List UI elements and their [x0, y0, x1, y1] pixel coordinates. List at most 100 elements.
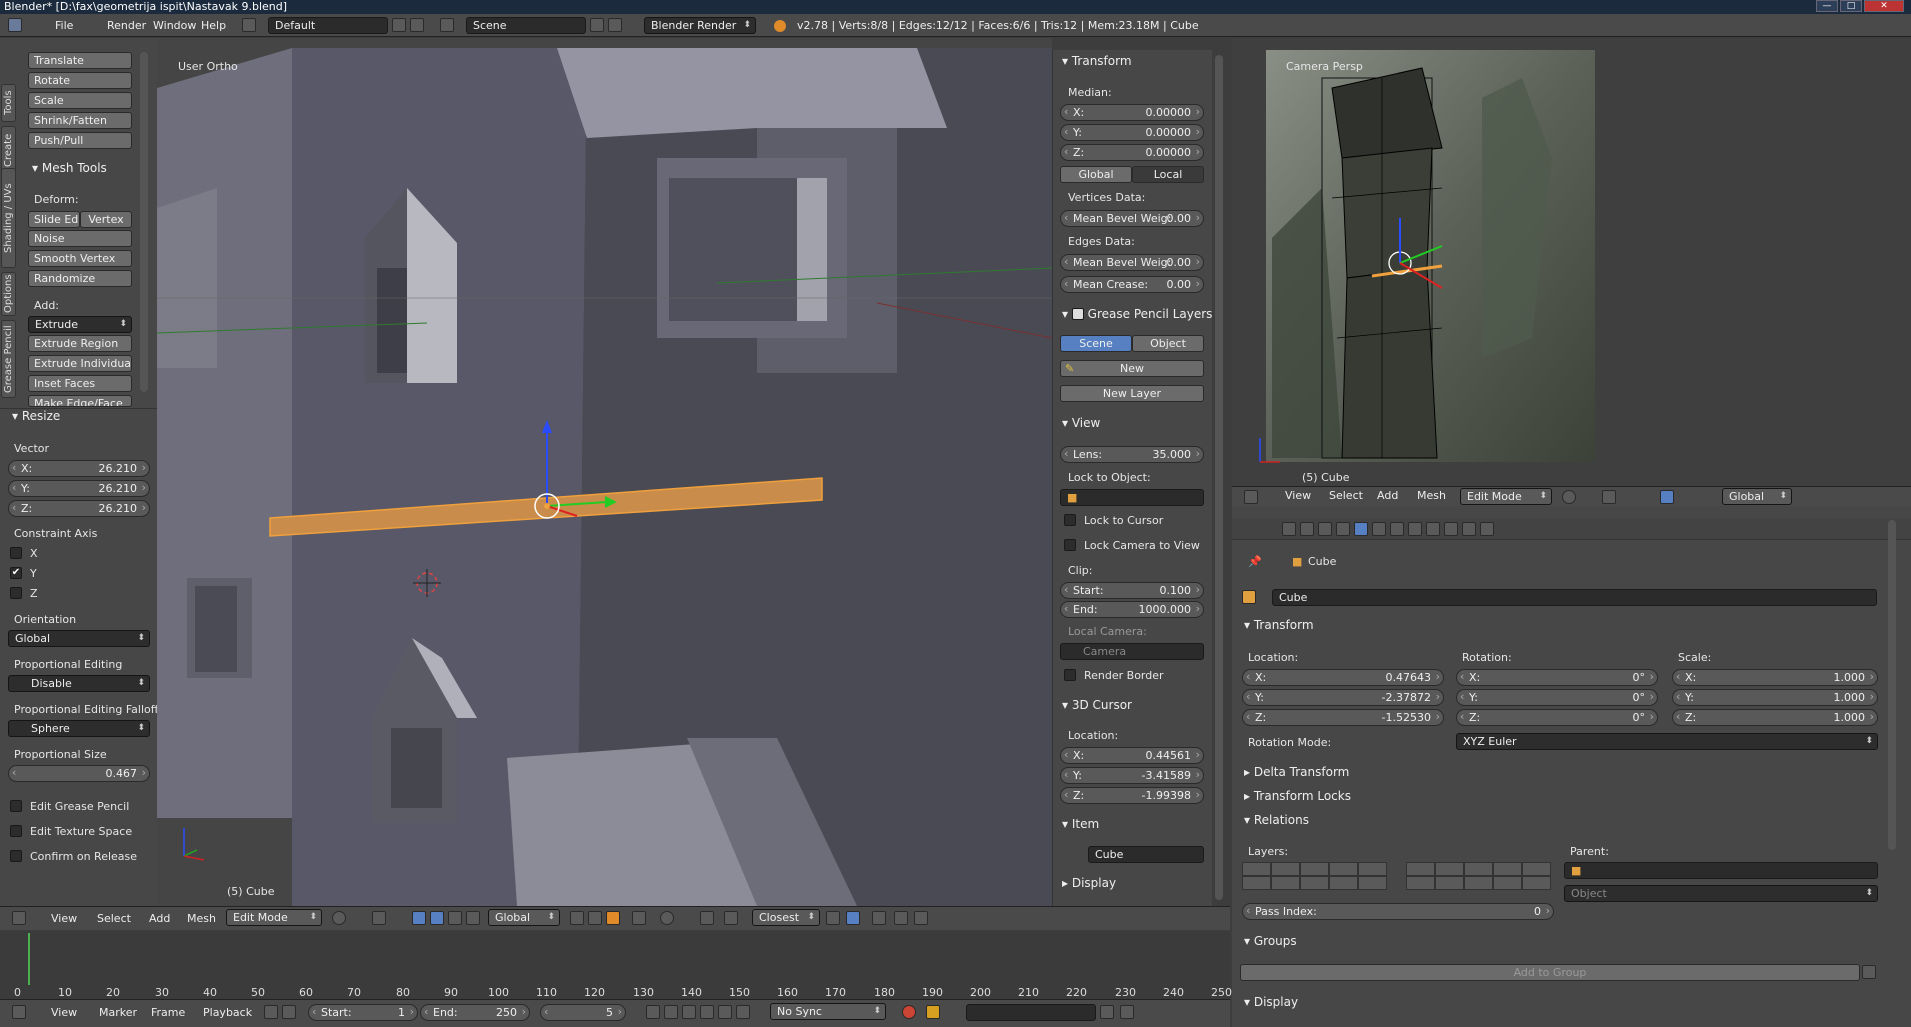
camera-menu-mesh[interactable]: Mesh	[1414, 488, 1449, 504]
layout-icon[interactable]	[242, 18, 256, 32]
camera-menu-select[interactable]: Select	[1326, 488, 1366, 504]
current-frame-field[interactable]: 5	[540, 1004, 626, 1021]
ctx-data-icon[interactable]	[1408, 522, 1422, 536]
object-data-icon[interactable]	[1242, 590, 1256, 604]
scene-icon[interactable]	[440, 18, 454, 32]
deform-button-1[interactable]: Smooth Vertex	[28, 250, 132, 267]
slide-edge-button[interactable]: Slide Ed	[28, 211, 80, 228]
ctx-world-icon[interactable]	[1336, 522, 1350, 536]
local-camera-field[interactable]: Camera	[1060, 643, 1204, 660]
lens-field[interactable]: Lens:35.000	[1060, 446, 1204, 463]
viewport-menu-select[interactable]: Select	[94, 911, 134, 927]
item-name-field[interactable]: Cube	[1088, 846, 1204, 863]
vector-x-field[interactable]: X: 26.210	[8, 460, 150, 477]
ctx-texture-icon[interactable]	[1444, 522, 1458, 536]
screen-layout-field[interactable]: Default	[268, 17, 388, 34]
layer-toggle[interactable]	[1435, 876, 1464, 890]
new-layer-button[interactable]: New Layer	[1060, 385, 1204, 402]
opengl-anim-icon[interactable]	[894, 911, 908, 925]
jump-keyframe-forward-icon[interactable]	[718, 1005, 732, 1019]
snap-element-icon[interactable]	[724, 911, 738, 925]
constraint-x-checkbox[interactable]	[10, 547, 22, 559]
tool-button-scale[interactable]: Scale	[28, 92, 132, 109]
mesh-tools-header[interactable]: ▾ Mesh Tools	[32, 161, 107, 175]
play-reverse-icon[interactable]	[682, 1005, 696, 1019]
mean-crease-field[interactable]: Mean Crease:0.00	[1060, 276, 1204, 293]
layer-toggle[interactable]	[1358, 862, 1387, 876]
tool-shelf-scrollbar[interactable]	[140, 52, 148, 392]
remove-layout-icon[interactable]	[410, 18, 424, 32]
gp-new-button[interactable]: ✎ New	[1060, 360, 1204, 377]
preview-range-icon[interactable]	[264, 1005, 278, 1019]
item-header[interactable]: ▾ Item	[1062, 817, 1099, 831]
tool-tab-1[interactable]: Create	[1, 126, 16, 174]
snap-target-select[interactable]: Closest	[752, 909, 820, 926]
camera-menu-view[interactable]: View	[1282, 488, 1314, 504]
slide-vertex-button[interactable]: Vertex	[80, 211, 132, 228]
ctx-constraints-icon[interactable]	[1372, 522, 1386, 536]
3d-cursor-header[interactable]: ▾ 3D Cursor	[1062, 698, 1132, 712]
camera-menu-add[interactable]: Add	[1374, 488, 1401, 504]
tool-tab-3[interactable]: Options	[1, 272, 16, 316]
constraint-z-checkbox[interactable]	[10, 587, 22, 599]
edge-select-icon[interactable]	[588, 911, 602, 925]
layer-toggle[interactable]	[1435, 862, 1464, 876]
rotation-y-field[interactable]: Y: 0°	[1456, 689, 1658, 706]
main-3d-viewport[interactable]: User Ortho (5) Cube	[157, 38, 1052, 906]
render-border-checkbox[interactable]	[1064, 669, 1076, 681]
parent-type-select[interactable]: Object	[1564, 885, 1878, 902]
ctx-scene-icon[interactable]	[1318, 522, 1332, 536]
scale-manipulator-icon[interactable]	[466, 911, 480, 925]
editor-type-timeline-icon[interactable]	[12, 1005, 26, 1019]
clip-start-field[interactable]: Start:0.100	[1060, 582, 1204, 599]
deform-button-2[interactable]: Randomize	[28, 270, 132, 287]
tool-tab-0[interactable]: Tools	[1, 84, 16, 122]
menu-render[interactable]: Render	[104, 18, 149, 34]
start-frame-field[interactable]: Start:1	[308, 1004, 418, 1021]
layer-toggle[interactable]	[1493, 862, 1522, 876]
display-header[interactable]: ▸ Display	[1062, 876, 1116, 890]
layer-toggle[interactable]	[1493, 876, 1522, 890]
median-x-field[interactable]: X: 0.00000	[1060, 104, 1204, 121]
layer-toggle[interactable]	[1406, 862, 1435, 876]
snap-icon[interactable]	[700, 911, 714, 925]
object-transform-header[interactable]: ▾ Transform	[1244, 618, 1314, 632]
add-button-3[interactable]: Make Edge/Face	[28, 395, 132, 407]
scale-y-field[interactable]: Y: 1.000	[1672, 689, 1878, 706]
layer-toggle[interactable]	[1242, 862, 1271, 876]
layer-toggle[interactable]	[1242, 876, 1271, 890]
tool-button-translate[interactable]: Translate	[28, 52, 132, 69]
layer-toggle[interactable]	[1358, 876, 1387, 890]
timeline-menu-playback[interactable]: Playback	[200, 1005, 255, 1021]
editor-type-icon[interactable]	[8, 18, 22, 32]
median-y-field[interactable]: Y: 0.00000	[1060, 124, 1204, 141]
rotation-z-field[interactable]: Z: 0°	[1456, 709, 1658, 726]
keying-set-field[interactable]	[966, 1004, 1096, 1021]
maximize-button[interactable]: □	[1840, 0, 1862, 12]
camera-shading-icon[interactable]	[1562, 490, 1576, 504]
add-button-2[interactable]: Inset Faces	[28, 375, 132, 392]
sync-select[interactable]: No Sync	[770, 1003, 886, 1020]
close-button[interactable]: ✕	[1864, 0, 1904, 12]
current-frame-marker[interactable]	[28, 933, 30, 985]
grease-pencil-header[interactable]: ▾ Grease Pencil Layers	[1062, 306, 1212, 321]
delta-transform-header[interactable]: ▸ Delta Transform	[1244, 765, 1349, 779]
proportional-edit-icon[interactable]	[660, 911, 674, 925]
lock-cursor-checkbox[interactable]	[1064, 514, 1076, 526]
n-transform-header[interactable]: ▾ Transform	[1062, 54, 1132, 68]
deform-button-0[interactable]: Noise	[28, 230, 132, 247]
remove-scene-icon[interactable]	[608, 18, 622, 32]
viewport-menu-view[interactable]: View	[48, 911, 80, 927]
option-checkbox-2[interactable]	[10, 850, 22, 862]
ctx-render-layers-icon[interactable]	[1300, 522, 1314, 536]
pin-icon[interactable]: 📌	[1248, 555, 1262, 568]
n-panel-scrollbar[interactable]	[1215, 55, 1223, 900]
gp-scene-button[interactable]: Scene	[1060, 335, 1132, 352]
extrude-select[interactable]: Extrude	[28, 316, 132, 333]
view-header[interactable]: ▾ View	[1062, 416, 1100, 430]
copy-icon[interactable]	[914, 911, 928, 925]
jump-keyframe-back-icon[interactable]	[664, 1005, 678, 1019]
proportional-size-field[interactable]: 0.467	[8, 765, 150, 782]
option-checkbox-1[interactable]	[10, 825, 22, 837]
layer-toggle[interactable]	[1329, 876, 1358, 890]
